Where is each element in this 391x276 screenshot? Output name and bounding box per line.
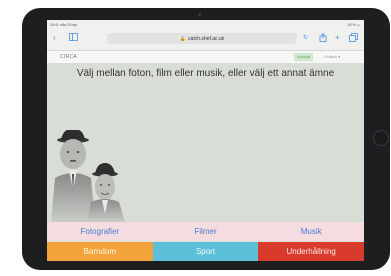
status-battery: 40 % ▭: [347, 23, 360, 27]
sidebar-icon[interactable]: [69, 33, 78, 44]
lock-icon: 🔒: [179, 35, 187, 42]
share-icon[interactable]: [319, 32, 327, 45]
home-button[interactable]: [373, 130, 389, 146]
nav-underhallning[interactable]: Underhållning: [258, 242, 364, 261]
brand-logo[interactable]: CIRCA: [60, 54, 77, 60]
laurel-hardy-photo: [51, 130, 125, 222]
nav-sport[interactable]: Sport: [152, 242, 259, 261]
url-bar[interactable]: 🔒 catch.shef.ac.uk: [107, 33, 297, 44]
nav-fotografier[interactable]: Fotografier: [47, 222, 153, 241]
nav-barndom[interactable]: Barndom: [47, 242, 153, 261]
back-icon[interactable]: ‹: [53, 33, 56, 43]
screen: 16:41 mån 29 apr 40 % ▭ ‹ 🔒 catch.shef.a…: [47, 20, 364, 261]
exit-button[interactable]: Avsluta: [294, 53, 314, 61]
topic-nav-row: Barndom Sport Underhållning: [47, 242, 364, 261]
new-tab-icon[interactable]: +: [335, 33, 340, 43]
page-title: Välj mellan foton, film eller musik, ell…: [76, 68, 335, 79]
app-header: CIRCA Avsluta Ordbok ▾: [47, 51, 364, 63]
tabs-icon[interactable]: [349, 33, 358, 45]
dictionary-dropdown[interactable]: Ordbok ▾: [324, 54, 340, 59]
nav-musik[interactable]: Musik: [258, 222, 364, 241]
status-bar: 16:41 mån 29 apr 40 % ▭: [47, 20, 364, 30]
reload-icon[interactable]: ↻: [303, 33, 308, 43]
browser-toolbar: ‹ 🔒 catch.shef.ac.uk ↻ +: [47, 30, 364, 51]
status-time: 16:41 mån 29 apr: [50, 23, 78, 27]
nav-filmer[interactable]: Filmer: [153, 222, 259, 241]
camera-icon: [198, 13, 201, 16]
media-nav-row: Fotografier Filmer Musik: [47, 222, 364, 241]
url-text: catch.shef.ac.uk: [188, 35, 225, 42]
